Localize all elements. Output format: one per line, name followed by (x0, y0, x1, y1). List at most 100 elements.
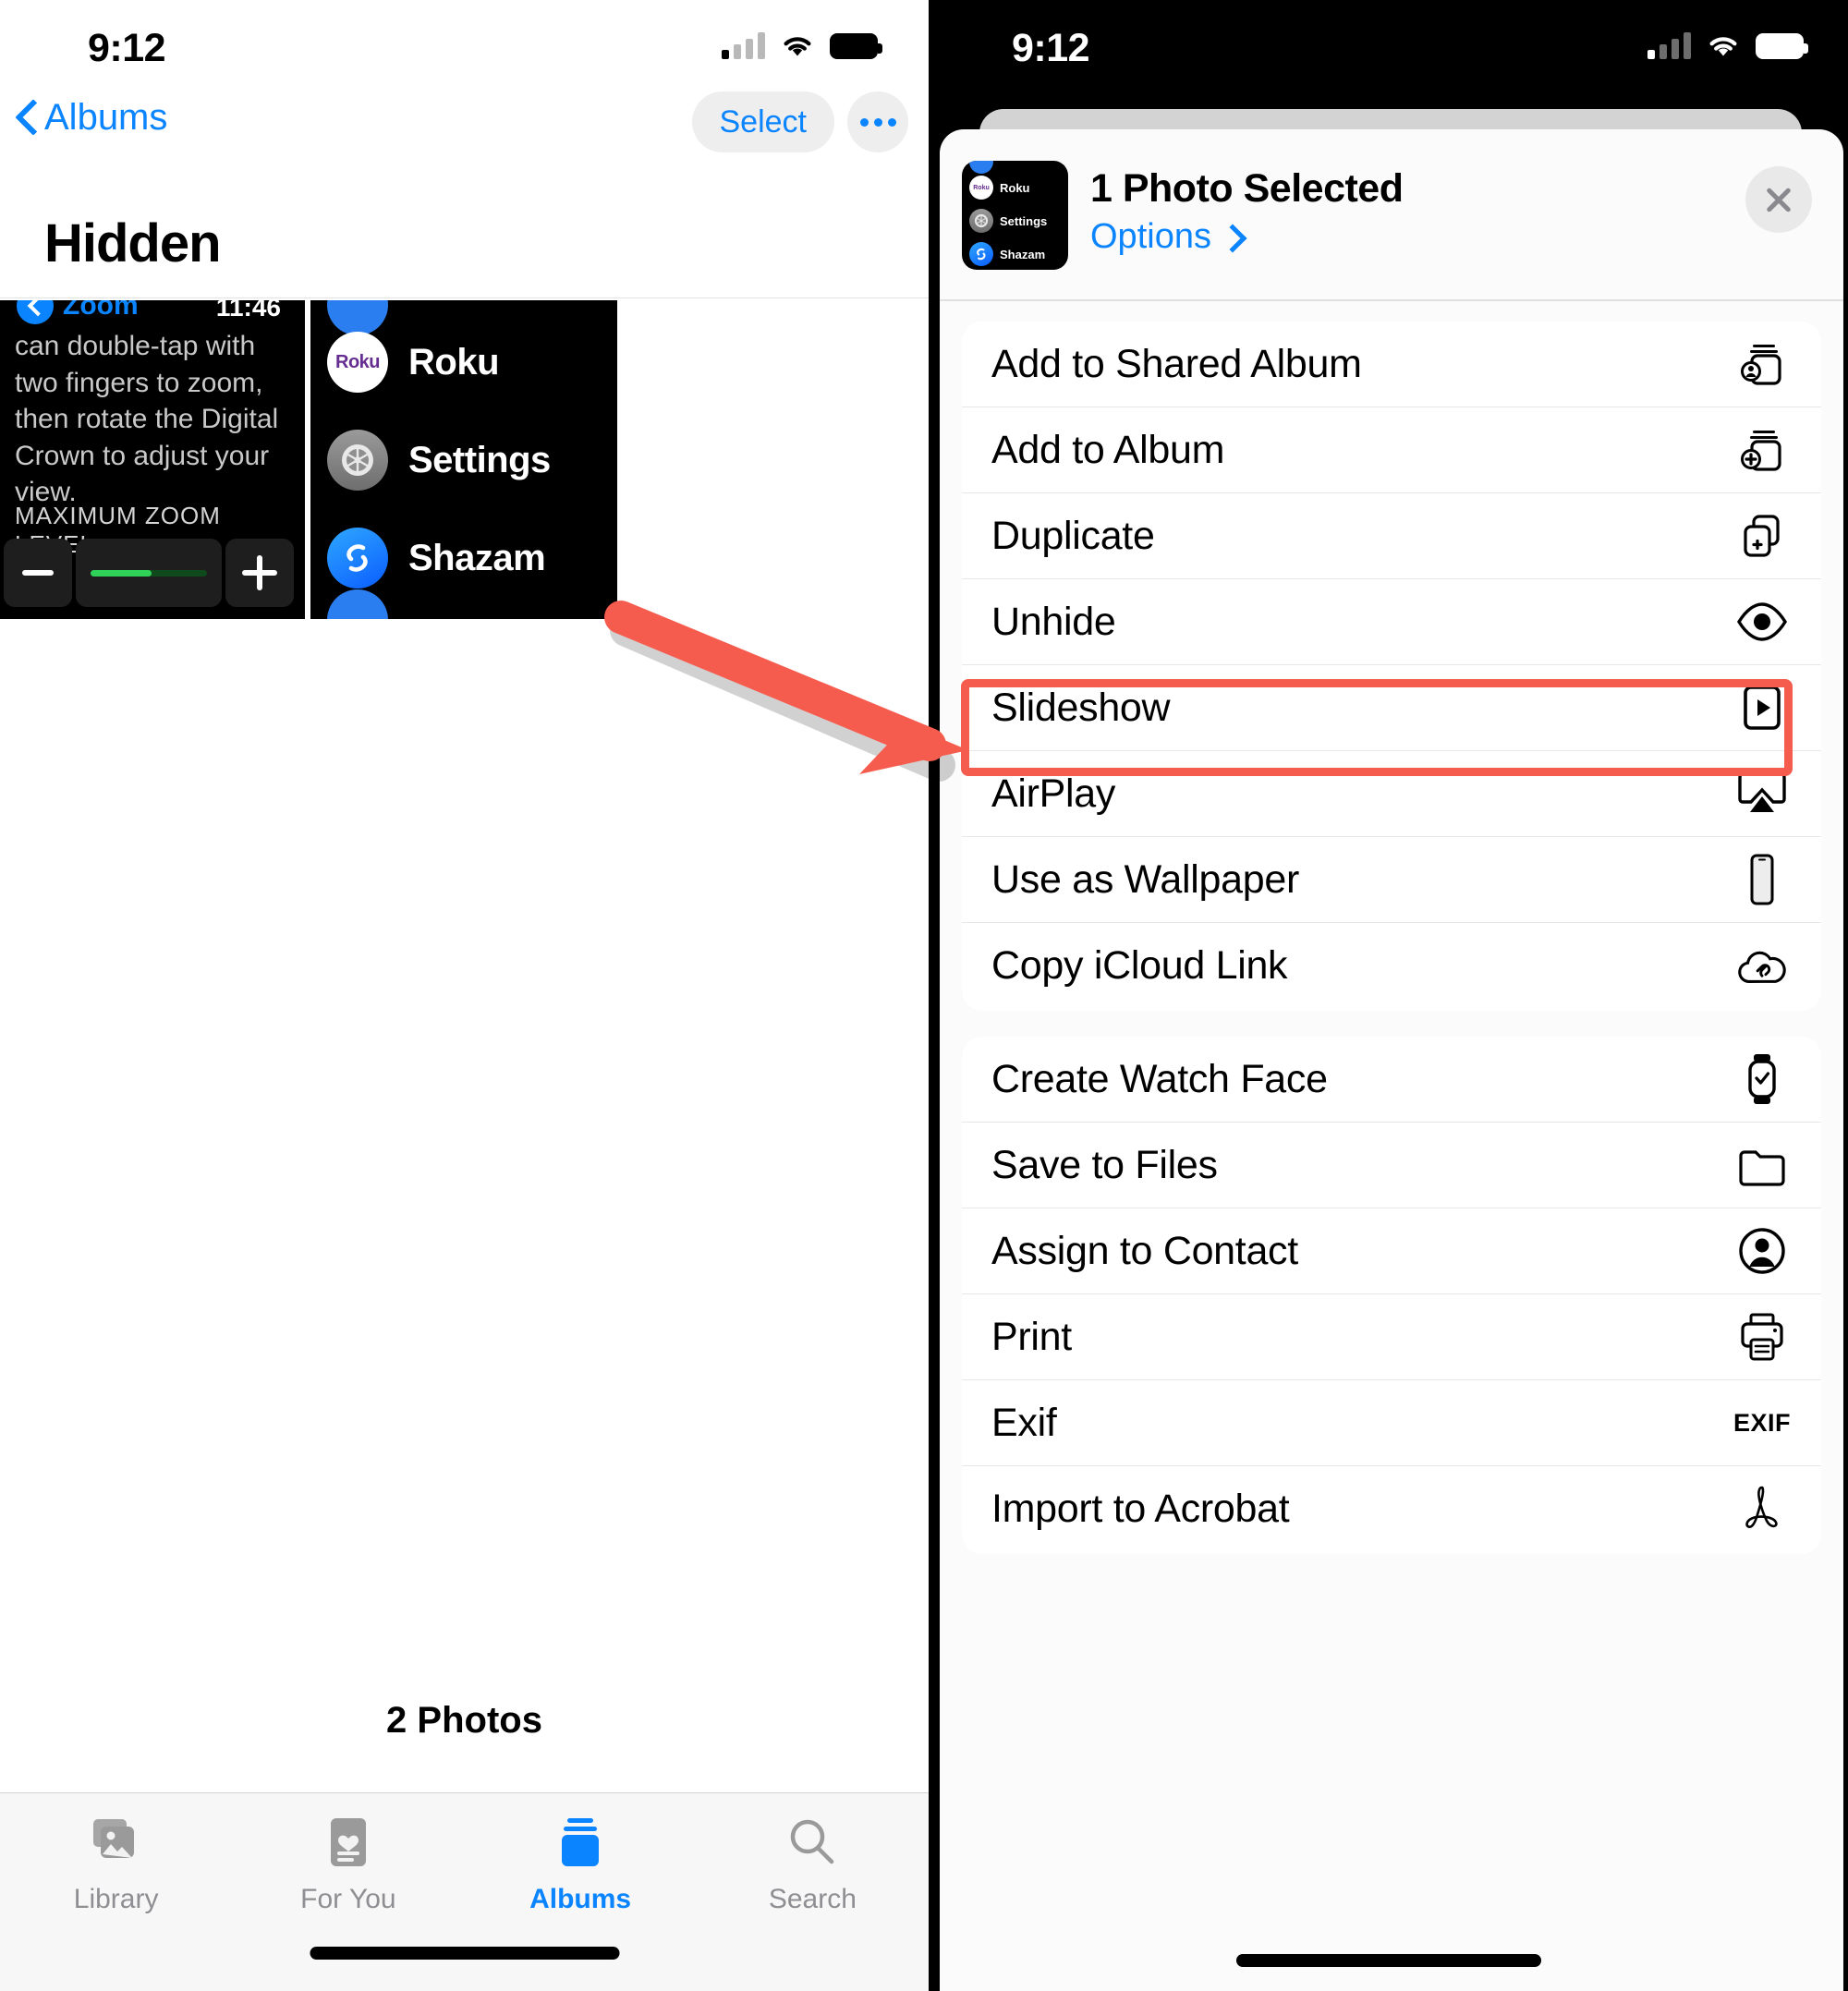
left-phone-screen: 9:12 Albums Select Hidden Zoom 11:46 can… (0, 0, 929, 1991)
wifi-icon (781, 33, 814, 59)
chevron-left-icon (17, 101, 37, 136)
menu-label: Save to Files (991, 1142, 1218, 1187)
photo-thumbnail-app-list[interactable]: Roku Roku Settings Shazam (310, 300, 617, 619)
menu-item-add-to-album[interactable]: Add to Album (962, 407, 1821, 493)
menu-label: Add to Album (991, 427, 1225, 472)
left-nav-bar: Albums Select (0, 88, 929, 222)
menu-label: Copy iCloud Link (991, 943, 1288, 988)
menu-label: Add to Shared Album (991, 341, 1362, 386)
right-phone-screen: 9:12 Roku Roku Settings Shazam 1 Photo S… (929, 0, 1848, 1991)
tab-label: For You (300, 1884, 396, 1914)
airplay-icon (1736, 768, 1788, 819)
menu-item-add-to-shared-album[interactable]: Add to Shared Album (962, 322, 1821, 407)
menu-item-airplay[interactable]: AirPlay (962, 751, 1821, 837)
tab-label: Library (73, 1884, 159, 1914)
battery-full-icon (830, 33, 882, 59)
slideshow-play-icon (1736, 682, 1788, 734)
settings-gear-icon (327, 430, 388, 491)
roku-app-icon: Roku (327, 332, 388, 393)
watch-zoom-description: can double-tap with two fingers to zoom,… (15, 331, 279, 508)
acrobat-icon (1736, 1484, 1788, 1536)
tab-library[interactable]: Library (0, 1814, 232, 1915)
partial-app-icon-top (327, 300, 388, 335)
left-status-bar: 9:12 (0, 0, 929, 88)
menu-item-create-watch-face[interactable]: Create Watch Face (962, 1037, 1821, 1123)
right-status-bar: 9:12 (929, 0, 1848, 88)
menu-label: Print (991, 1314, 1072, 1359)
menu-item-duplicate[interactable]: Duplicate (962, 493, 1821, 579)
menu-label: Unhide (991, 599, 1116, 644)
slider-fill (91, 569, 152, 577)
roku-app-icon: Roku (969, 176, 993, 200)
tab-albums[interactable]: Albums (465, 1814, 697, 1915)
app-label: Settings (1000, 213, 1048, 228)
share-sheet: Roku Roku Settings Shazam 1 Photo Select… (940, 129, 1843, 1991)
page-title: Hidden (44, 213, 222, 273)
close-x-icon[interactable] (1745, 166, 1812, 233)
tab-label: Search (768, 1884, 857, 1914)
list-item: Settings (969, 209, 1047, 233)
selected-photo-thumbnail[interactable]: Roku Roku Settings Shazam (962, 161, 1068, 270)
share-sheet-group-1: Add to Shared Album Add to Album Duplica… (962, 322, 1821, 1011)
icloud-link-icon (1736, 941, 1788, 992)
more-ellipsis-icon[interactable] (847, 91, 908, 152)
roku-logo-text: Roku (335, 351, 381, 372)
menu-item-import-to-acrobat[interactable]: Import to Acrobat (962, 1466, 1821, 1552)
list-item: Settings (327, 430, 551, 491)
menu-item-slideshow[interactable]: Slideshow (962, 665, 1821, 751)
roku-logo-text: Roku (973, 184, 990, 191)
app-label: Shazam (408, 537, 546, 578)
menu-item-use-as-wallpaper[interactable]: Use as Wallpaper (962, 837, 1821, 923)
menu-item-save-to-files[interactable]: Save to Files (962, 1123, 1821, 1208)
menu-label: Import to Acrobat (991, 1487, 1290, 1531)
folder-icon (1736, 1139, 1788, 1191)
apple-watch-icon (1736, 1053, 1788, 1105)
battery-full-icon (1756, 33, 1808, 59)
cellular-signal-icon (1647, 31, 1691, 59)
minus-icon (4, 539, 72, 607)
menu-item-unhide[interactable]: Unhide (962, 579, 1821, 665)
app-label: Shazam (1000, 247, 1046, 261)
back-label: Albums (44, 97, 168, 138)
share-sheet-options-button[interactable]: Options (1090, 217, 1237, 257)
for-you-heart-icon (320, 1814, 377, 1871)
menu-label: AirPlay (991, 771, 1116, 816)
home-indicator (1235, 1954, 1541, 1967)
tab-for-you[interactable]: For You (232, 1814, 464, 1915)
screenshot-stage: 9:12 Albums Select Hidden Zoom 11:46 can… (0, 0, 1848, 1991)
photo-count-label: 2 Photos (386, 1700, 542, 1741)
tab-label: Albums (529, 1884, 632, 1914)
duplicate-icon (1736, 510, 1788, 562)
printer-icon (1736, 1311, 1788, 1363)
menu-item-copy-icloud-link[interactable]: Copy iCloud Link (962, 923, 1821, 1009)
photos-library-icon (88, 1814, 145, 1871)
menu-label: Assign to Contact (991, 1228, 1298, 1273)
watch-app-list: Roku Roku Settings Shazam (310, 300, 617, 619)
watch-zoom-title: Zoom (63, 300, 139, 321)
back-to-albums-button[interactable]: Albums (17, 97, 167, 139)
partial-app-icon-top (969, 161, 993, 174)
menu-label: Use as Wallpaper (991, 856, 1299, 902)
menu-label: Duplicate (991, 513, 1155, 558)
select-button[interactable]: Select (691, 91, 834, 152)
contact-person-icon (1736, 1225, 1788, 1277)
list-item: Shazam (327, 528, 546, 589)
zoom-level-slider (76, 539, 222, 607)
share-sheet-group-2: Create Watch Face Save to Files Assign t… (962, 1037, 1821, 1554)
list-item: Roku Roku (969, 176, 1030, 200)
wallpaper-phone-icon (1736, 854, 1788, 905)
add-to-shared-album-icon (1736, 338, 1788, 390)
albums-stack-icon (552, 1814, 609, 1871)
app-label: Roku (408, 341, 500, 382)
tab-search[interactable]: Search (697, 1814, 929, 1915)
bottom-tab-bar: Library For You Albums Search (0, 1792, 929, 1991)
options-label: Options (1090, 217, 1211, 256)
menu-item-print[interactable]: Print (962, 1294, 1821, 1380)
menu-label: Exif (991, 1400, 1057, 1445)
photo-thumbnail-zoom-settings[interactable]: Zoom 11:46 can double-tap with two finge… (0, 300, 305, 619)
menu-item-assign-to-contact[interactable]: Assign to Contact (962, 1208, 1821, 1294)
app-label: Settings (408, 439, 551, 480)
sheet-header-divider (940, 299, 1843, 301)
photo-grid: Zoom 11:46 can double-tap with two finge… (0, 300, 617, 619)
menu-item-exif[interactable]: Exif EXIF (962, 1380, 1821, 1466)
